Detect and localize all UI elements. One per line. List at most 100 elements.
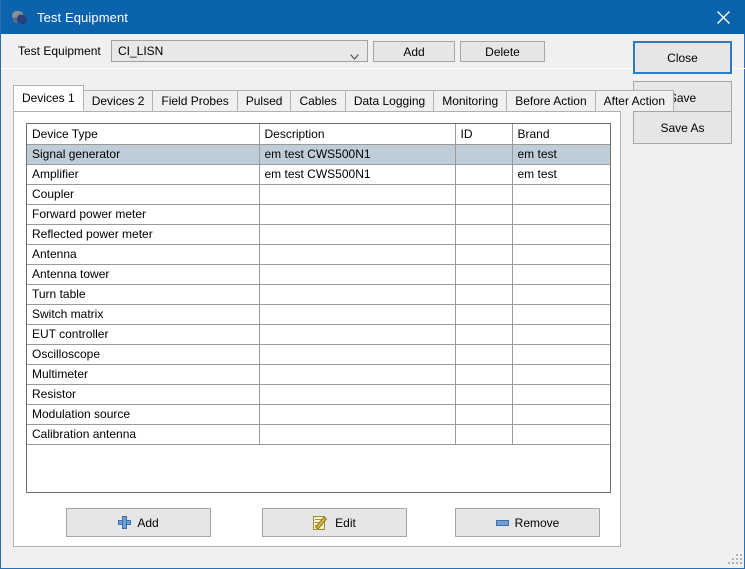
cell-brand[interactable] bbox=[512, 364, 610, 385]
cell-device-type[interactable]: Resistor bbox=[27, 384, 260, 405]
cell-id[interactable] bbox=[455, 364, 513, 385]
cell-brand[interactable] bbox=[512, 344, 610, 365]
cell-id[interactable] bbox=[455, 344, 513, 365]
table-row[interactable]: Oscilloscope bbox=[27, 344, 610, 365]
column-header-description[interactable]: Description bbox=[259, 124, 456, 145]
cell-description[interactable] bbox=[259, 404, 456, 425]
cell-description[interactable] bbox=[259, 184, 456, 205]
cell-id[interactable] bbox=[455, 264, 513, 285]
cell-brand[interactable] bbox=[512, 184, 610, 205]
cell-id[interactable] bbox=[455, 384, 513, 405]
cell-id[interactable] bbox=[455, 184, 513, 205]
device-grid[interactable]: Device Type Description ID Brand Signal … bbox=[26, 123, 611, 493]
cell-brand[interactable] bbox=[512, 204, 610, 225]
cell-id[interactable] bbox=[455, 204, 513, 225]
tab-data-logging[interactable]: Data Logging bbox=[344, 90, 435, 111]
cell-brand[interactable]: em test bbox=[512, 164, 610, 185]
cell-device-type[interactable]: Modulation source bbox=[27, 404, 260, 425]
table-row[interactable]: Coupler bbox=[27, 184, 610, 205]
tab-monitoring[interactable]: Monitoring bbox=[433, 90, 508, 111]
cell-description[interactable] bbox=[259, 384, 456, 405]
save-as-button[interactable]: Save As bbox=[633, 111, 732, 144]
cell-description[interactable] bbox=[259, 424, 456, 445]
cell-brand[interactable] bbox=[512, 404, 610, 425]
table-row[interactable]: Antenna bbox=[27, 244, 610, 265]
cell-brand[interactable] bbox=[512, 304, 610, 325]
tab-after-action[interactable]: After Action bbox=[594, 90, 674, 111]
cell-description[interactable]: em test CWS500N1 bbox=[259, 164, 456, 185]
add-device-button[interactable]: Add bbox=[66, 508, 211, 537]
table-row[interactable]: Turn table bbox=[27, 284, 610, 305]
cell-description[interactable] bbox=[259, 284, 456, 305]
remove-device-button[interactable]: Remove bbox=[455, 508, 600, 537]
cell-id[interactable] bbox=[455, 284, 513, 305]
cell-brand[interactable] bbox=[512, 424, 610, 445]
cell-device-type[interactable]: Oscilloscope bbox=[27, 344, 260, 365]
table-row[interactable]: Reflected power meter bbox=[27, 224, 610, 245]
resize-grip[interactable] bbox=[728, 552, 742, 565]
cell-device-type[interactable]: Multimeter bbox=[27, 364, 260, 385]
cell-device-type[interactable]: Antenna tower bbox=[27, 264, 260, 285]
cell-brand[interactable] bbox=[512, 324, 610, 345]
cell-brand[interactable] bbox=[512, 264, 610, 285]
cell-brand[interactable] bbox=[512, 224, 610, 245]
cell-brand[interactable] bbox=[512, 244, 610, 265]
column-header-brand[interactable]: Brand bbox=[512, 124, 610, 145]
cell-id[interactable] bbox=[455, 144, 513, 165]
table-row[interactable]: EUT controller bbox=[27, 324, 610, 345]
cell-description[interactable] bbox=[259, 244, 456, 265]
table-row[interactable]: Resistor bbox=[27, 384, 610, 405]
tab-field-probes[interactable]: Field Probes bbox=[152, 90, 238, 111]
cell-id[interactable] bbox=[455, 164, 513, 185]
delete-equipment-button[interactable]: Delete bbox=[460, 41, 545, 62]
table-row[interactable]: Amplifier em test CWS500N1 em test bbox=[27, 164, 610, 185]
cell-device-type[interactable]: Amplifier bbox=[27, 164, 260, 185]
cell-id[interactable] bbox=[455, 324, 513, 345]
cell-description[interactable] bbox=[259, 224, 456, 245]
cell-description[interactable] bbox=[259, 364, 456, 385]
tab-devices-1[interactable]: Devices 1 bbox=[13, 85, 84, 111]
table-row[interactable]: Modulation source bbox=[27, 404, 610, 425]
tab-cables[interactable]: Cables bbox=[290, 90, 346, 111]
tab-before-action[interactable]: Before Action bbox=[506, 90, 596, 111]
cell-description[interactable] bbox=[259, 324, 456, 345]
cell-description[interactable] bbox=[259, 204, 456, 225]
close-icon[interactable] bbox=[700, 0, 745, 34]
table-row[interactable]: Switch matrix bbox=[27, 304, 610, 325]
column-header-device-type[interactable]: Device Type bbox=[27, 124, 260, 145]
cell-brand[interactable] bbox=[512, 284, 610, 305]
cell-device-type[interactable]: EUT controller bbox=[27, 324, 260, 345]
close-button[interactable]: Close bbox=[633, 41, 732, 74]
cell-device-type[interactable]: Signal generator bbox=[27, 144, 260, 165]
cell-id[interactable] bbox=[455, 424, 513, 445]
cell-id[interactable] bbox=[455, 404, 513, 425]
cell-id[interactable] bbox=[455, 304, 513, 325]
cell-brand[interactable]: em test bbox=[512, 144, 610, 165]
add-equipment-button[interactable]: Add bbox=[373, 41, 455, 62]
test-equipment-label: Test Equipment bbox=[18, 44, 101, 58]
cell-id[interactable] bbox=[455, 244, 513, 265]
tab-devices-2[interactable]: Devices 2 bbox=[82, 90, 154, 111]
cell-description[interactable] bbox=[259, 344, 456, 365]
cell-brand[interactable] bbox=[512, 384, 610, 405]
cell-id[interactable] bbox=[455, 224, 513, 245]
cell-device-type[interactable]: Reflected power meter bbox=[27, 224, 260, 245]
table-row[interactable]: Multimeter bbox=[27, 364, 610, 385]
cell-device-type[interactable]: Turn table bbox=[27, 284, 260, 305]
tab-pulsed[interactable]: Pulsed bbox=[236, 90, 292, 111]
table-row[interactable]: Signal generator em test CWS500N1 em test bbox=[27, 144, 610, 165]
cell-description[interactable] bbox=[259, 304, 456, 325]
table-row[interactable]: Calibration antenna bbox=[27, 424, 610, 445]
cell-device-type[interactable]: Forward power meter bbox=[27, 204, 260, 225]
edit-device-button[interactable]: Edit bbox=[262, 508, 407, 537]
cell-device-type[interactable]: Coupler bbox=[27, 184, 260, 205]
test-equipment-select[interactable]: CI_LISN bbox=[111, 40, 368, 62]
cell-device-type[interactable]: Antenna bbox=[27, 244, 260, 265]
cell-device-type[interactable]: Switch matrix bbox=[27, 304, 260, 325]
column-header-id[interactable]: ID bbox=[455, 124, 513, 145]
table-row[interactable]: Antenna tower bbox=[27, 264, 610, 285]
cell-device-type[interactable]: Calibration antenna bbox=[27, 424, 260, 445]
cell-description[interactable] bbox=[259, 264, 456, 285]
cell-description[interactable]: em test CWS500N1 bbox=[259, 144, 456, 165]
table-row[interactable]: Forward power meter bbox=[27, 204, 610, 225]
